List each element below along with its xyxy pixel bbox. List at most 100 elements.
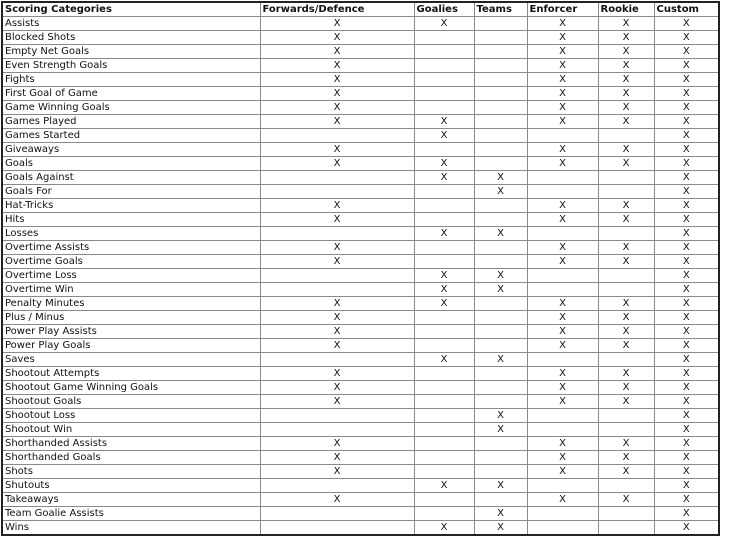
mark-cell-rookie: X <box>597 366 655 381</box>
mark-cell-goalies <box>413 142 475 157</box>
mark-cell-custom: X <box>653 254 720 269</box>
mark-cell-goalies <box>413 310 475 325</box>
mark-cell-teams: X <box>473 268 528 283</box>
table-row: Shots X X X X <box>1 464 720 479</box>
mark-cell-teams <box>473 142 528 157</box>
table-row: Goals For X X <box>1 184 720 199</box>
mark-cell-enforcer: X <box>526 296 599 311</box>
table-row: Overtime Win X X X <box>1 282 720 297</box>
mark-cell-forwards-defence: X <box>259 380 415 395</box>
mark-cell-enforcer: X <box>526 212 599 227</box>
mark-cell-rookie <box>597 352 655 367</box>
mark-cell-teams <box>473 394 528 409</box>
table-row: Shootout Attempts X X X X <box>1 366 720 381</box>
mark-cell-custom: X <box>653 44 720 59</box>
mark-cell-goalies: X <box>413 478 475 493</box>
header-teams: Teams <box>473 1 528 17</box>
header-scoring-categories: Scoring Categories <box>1 1 261 17</box>
mark-cell-goalies: X <box>413 226 475 241</box>
table-row: Fights X X X X <box>1 72 720 87</box>
category-cell: Game Winning Goals <box>1 100 261 115</box>
table-row: Overtime Loss X X X <box>1 268 720 283</box>
mark-cell-goalies: X <box>413 128 475 143</box>
mark-cell-custom: X <box>653 156 720 171</box>
mark-cell-forwards-defence: X <box>259 450 415 465</box>
mark-cell-forwards-defence <box>259 506 415 521</box>
mark-cell-custom: X <box>653 478 720 493</box>
mark-cell-teams <box>473 240 528 255</box>
mark-cell-forwards-defence: X <box>259 436 415 451</box>
category-cell: Saves <box>1 352 261 367</box>
category-cell: Shootout Win <box>1 422 261 437</box>
mark-cell-custom: X <box>653 142 720 157</box>
category-cell: Goals For <box>1 184 261 199</box>
mark-cell-teams <box>473 30 528 45</box>
mark-cell-goalies <box>413 380 475 395</box>
mark-cell-custom: X <box>653 450 720 465</box>
table-row: Even Strength Goals X X X X <box>1 58 720 73</box>
mark-cell-rookie: X <box>597 296 655 311</box>
mark-cell-custom: X <box>653 240 720 255</box>
mark-cell-custom: X <box>653 170 720 185</box>
mark-cell-custom: X <box>653 436 720 451</box>
mark-cell-custom: X <box>653 310 720 325</box>
table-row: Power Play Goals X X X X <box>1 338 720 353</box>
mark-cell-custom: X <box>653 212 720 227</box>
mark-cell-teams <box>473 86 528 101</box>
mark-cell-enforcer <box>526 478 599 493</box>
mark-cell-rookie <box>597 184 655 199</box>
mark-cell-rookie: X <box>597 156 655 171</box>
mark-cell-enforcer <box>526 170 599 185</box>
mark-cell-goalies: X <box>413 114 475 129</box>
category-cell: Overtime Goals <box>1 254 261 269</box>
mark-cell-teams: X <box>473 170 528 185</box>
mark-cell-custom: X <box>653 394 720 409</box>
mark-cell-teams <box>473 492 528 507</box>
mark-cell-goalies <box>413 422 475 437</box>
table-row: Assists X X X X X <box>1 16 720 31</box>
mark-cell-teams <box>473 310 528 325</box>
table-row: Shorthanded Goals X X X X <box>1 450 720 465</box>
header-enforcer: Enforcer <box>526 1 599 17</box>
mark-cell-forwards-defence: X <box>259 212 415 227</box>
category-cell: Shots <box>1 464 261 479</box>
category-cell: Even Strength Goals <box>1 58 261 73</box>
mark-cell-enforcer: X <box>526 254 599 269</box>
table-row: First Goal of Game X X X X <box>1 86 720 101</box>
mark-cell-forwards-defence: X <box>259 240 415 255</box>
mark-cell-enforcer: X <box>526 86 599 101</box>
table-row: Shutouts X X X <box>1 478 720 493</box>
header-rookie: Rookie <box>597 1 655 17</box>
category-cell: Wins <box>1 520 261 536</box>
mark-cell-forwards-defence: X <box>259 142 415 157</box>
table-row: Shootout Goals X X X X <box>1 394 720 409</box>
mark-cell-teams <box>473 212 528 227</box>
scoring-categories-table: Scoring Categories Forwards/Defence Goal… <box>1 1 720 536</box>
mark-cell-custom: X <box>653 128 720 143</box>
category-cell: Hat-Tricks <box>1 198 261 213</box>
mark-cell-rookie: X <box>597 254 655 269</box>
table-row: Team Goalie Assists X X <box>1 506 720 521</box>
mark-cell-enforcer <box>526 282 599 297</box>
mark-cell-rookie <box>597 520 655 536</box>
category-cell: Overtime Win <box>1 282 261 297</box>
mark-cell-forwards-defence: X <box>259 156 415 171</box>
table-row: Shootout Loss X X <box>1 408 720 423</box>
mark-cell-goalies: X <box>413 520 475 536</box>
mark-cell-enforcer: X <box>526 142 599 157</box>
mark-cell-teams: X <box>473 478 528 493</box>
mark-cell-teams <box>473 338 528 353</box>
mark-cell-forwards-defence <box>259 226 415 241</box>
mark-cell-rookie: X <box>597 86 655 101</box>
mark-cell-rookie: X <box>597 338 655 353</box>
mark-cell-teams <box>473 128 528 143</box>
mark-cell-rookie: X <box>597 394 655 409</box>
mark-cell-enforcer: X <box>526 30 599 45</box>
table-body: Assists X X X X X Blocked Shots X X X X Empty Net G… <box>1 16 720 536</box>
mark-cell-teams: X <box>473 352 528 367</box>
category-cell: Giveaways <box>1 142 261 157</box>
mark-cell-enforcer <box>526 352 599 367</box>
mark-cell-enforcer: X <box>526 100 599 115</box>
mark-cell-enforcer <box>526 422 599 437</box>
mark-cell-custom: X <box>653 30 720 45</box>
